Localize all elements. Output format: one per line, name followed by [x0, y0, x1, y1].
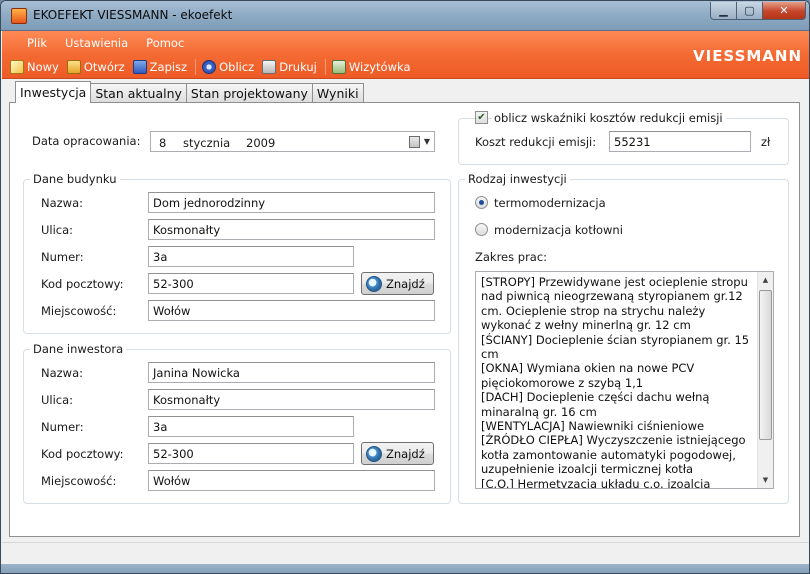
close-button[interactable]: ✕: [762, 2, 806, 20]
minimize-button[interactable]: ▁: [710, 2, 737, 20]
investor-street-input[interactable]: Kosmonałty: [148, 389, 435, 410]
tab-wyniki[interactable]: Wyniki: [311, 83, 364, 103]
status-bar: [2, 542, 809, 564]
scope-scrollbar[interactable]: ▲ ▼: [757, 272, 773, 488]
toolbar-separator: [324, 59, 326, 75]
radio-termomodernizacja[interactable]: [475, 196, 488, 209]
new-document-icon: [10, 60, 24, 74]
investor-name-label: Nazwa:: [41, 366, 84, 380]
tab-stan-projektowany[interactable]: Stan projektowany: [185, 83, 313, 103]
investment-type-title: Rodzaj inwestycji: [465, 172, 570, 186]
calculate-button[interactable]: Oblicz: [202, 60, 254, 74]
building-street-input[interactable]: Kosmonałty: [148, 219, 435, 240]
business-card-icon: [331, 60, 346, 74]
menu-bar: Plik Ustawienia Pomoc: [2, 35, 193, 53]
building-zip-input[interactable]: 52-300: [148, 273, 354, 294]
cost-unit: zł: [761, 135, 771, 149]
building-find-button[interactable]: Znajdź: [361, 272, 434, 295]
toolbar: Nowy Otwórz Zapisz Oblicz Drukuj Wizytów…: [10, 57, 419, 77]
scope-text[interactable]: [STROPY] Przewidywane jest ocieplenie st…: [481, 275, 759, 488]
investor-number-label: Numer:: [41, 420, 84, 434]
radio-modernizacja-kotlowni-label[interactable]: modernizacja kotłowni: [494, 223, 623, 237]
scroll-thumb[interactable]: [759, 290, 772, 440]
investor-number-input[interactable]: 3a: [148, 416, 354, 437]
printer-icon: [262, 60, 277, 74]
title-bar[interactable]: EKOEFEKT VIESSMANN - ekoefekt ▁ ▢ ✕: [1, 1, 809, 31]
scope-textarea[interactable]: [STROPY] Przewidywane jest ocieplenie st…: [475, 271, 774, 489]
emission-checkbox-label[interactable]: oblicz wskaźniki kosztów redukcji emisji: [492, 111, 726, 125]
radio-modernizacja-kotlowni[interactable]: [475, 223, 488, 236]
investor-find-button[interactable]: Znajdź: [361, 442, 434, 465]
menu-ustawienia[interactable]: Ustawienia: [56, 35, 137, 53]
date-label: Data opracowania:: [32, 134, 141, 148]
investor-zip-label: Kod pocztowy:: [41, 447, 124, 461]
tab-inwestycja[interactable]: Inwestycja: [15, 81, 92, 103]
date-day[interactable]: 8: [159, 136, 166, 150]
scroll-down-icon[interactable]: ▼: [758, 472, 773, 488]
investor-group-title: Dane inwestora: [30, 342, 127, 356]
building-zip-label: Kod pocztowy:: [41, 277, 124, 291]
date-month[interactable]: stycznia: [183, 136, 230, 150]
investor-city-label: Miejscowość:: [41, 474, 117, 488]
new-button[interactable]: Nowy: [10, 60, 59, 74]
building-street-label: Ulica:: [41, 223, 74, 237]
chevron-down-icon[interactable]: ▼: [424, 137, 430, 146]
menu-pomoc[interactable]: Pomoc: [137, 35, 193, 53]
building-city-label: Miejscowość:: [41, 304, 117, 318]
scope-label: Zakres prac:: [475, 250, 548, 264]
date-year[interactable]: 2009: [246, 136, 275, 150]
building-group-title: Dane budynku: [30, 172, 120, 186]
building-number-input[interactable]: 3a: [148, 246, 354, 267]
toolbar-separator: [195, 59, 197, 75]
building-city-input[interactable]: Wołów: [148, 300, 435, 321]
date-picker[interactable]: 8 stycznia 2009 ▼: [150, 131, 435, 152]
tab-stan-aktualny[interactable]: Stan aktualny: [90, 83, 187, 103]
window-bottom-frame: [1, 564, 809, 573]
maximize-button[interactable]: ▢: [736, 2, 763, 20]
window-title: EKOEFEKT VIESSMANN - ekoefekt: [33, 8, 233, 22]
investor-street-label: Ulica:: [41, 393, 74, 407]
save-button[interactable]: Zapisz: [132, 60, 187, 74]
scroll-up-icon[interactable]: ▲: [758, 272, 773, 288]
open-folder-icon: [66, 60, 81, 74]
app-window: EKOEFEKT VIESSMANN - ekoefekt ▁ ▢ ✕ Plik…: [0, 0, 810, 574]
magnifier-icon: [366, 275, 382, 292]
gear-icon: [202, 60, 217, 74]
investor-city-input[interactable]: Wołów: [148, 470, 435, 491]
viessmann-logo: VIESSMANN: [693, 47, 803, 65]
tab-bar: Inwestycja Stan aktualny Stan projektowa…: [15, 81, 364, 103]
building-name-input[interactable]: Dom jednorodzinny: [148, 192, 435, 213]
building-number-label: Numer:: [41, 250, 84, 264]
ribbon: Plik Ustawienia Pomoc Nowy Otwórz Zapisz…: [2, 31, 809, 79]
investor-zip-input[interactable]: 52-300: [148, 443, 354, 464]
open-button[interactable]: Otwórz: [66, 60, 125, 74]
cost-input[interactable]: 55231: [609, 131, 751, 152]
radio-termomodernizacja-label[interactable]: termomodernizacja: [494, 196, 606, 210]
save-disk-icon: [132, 60, 147, 74]
menu-plik[interactable]: Plik: [18, 35, 56, 53]
investor-name-input[interactable]: Janina Nowicka: [148, 362, 435, 383]
business-card-button[interactable]: Wizytówka: [331, 60, 411, 74]
app-icon: [11, 8, 27, 24]
calendar-icon[interactable]: [409, 136, 420, 148]
magnifier-icon: [366, 445, 382, 462]
emission-checkbox[interactable]: ✔: [475, 111, 488, 124]
print-button[interactable]: Drukuj: [262, 60, 317, 74]
building-name-label: Nazwa:: [41, 196, 84, 210]
cost-label: Koszt redukcji emisji:: [475, 135, 597, 149]
